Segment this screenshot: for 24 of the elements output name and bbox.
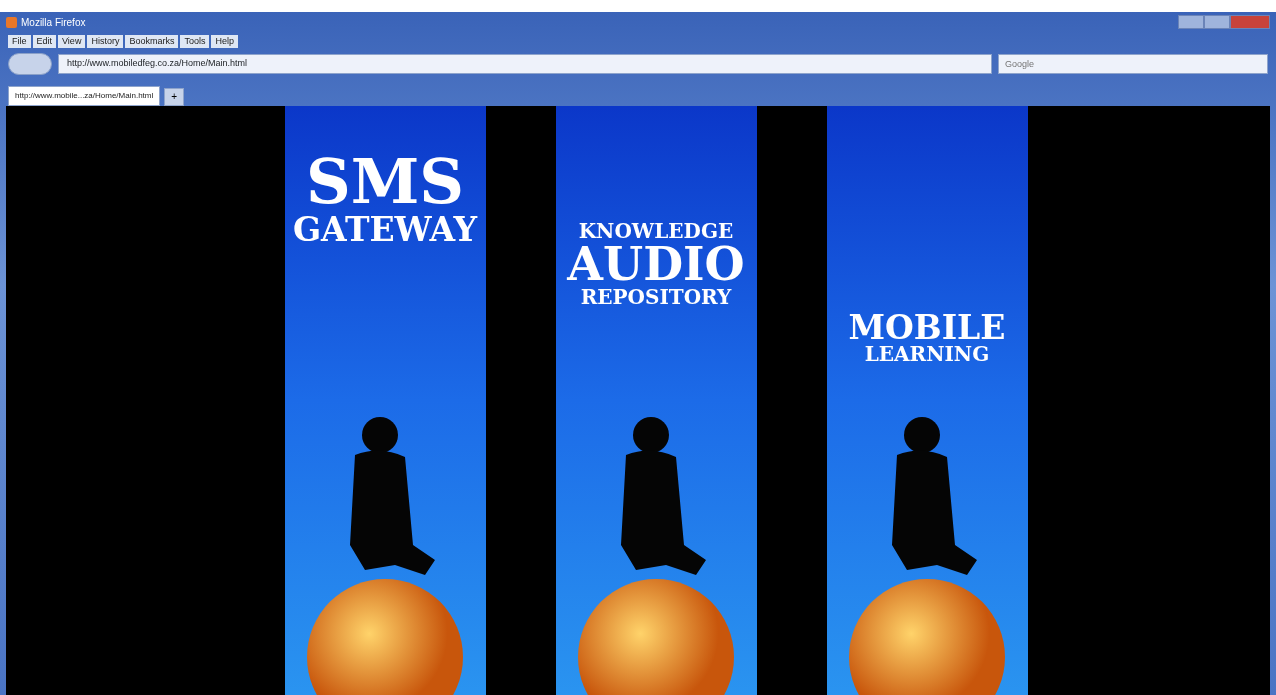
banner-title: LEARNING xyxy=(864,344,990,364)
menu-item[interactable]: Tools xyxy=(180,34,210,48)
close-button[interactable] xyxy=(1230,15,1270,29)
new-tab-button[interactable]: + xyxy=(164,88,185,106)
back-forward-button[interactable] xyxy=(8,53,52,75)
browser-tab[interactable]: http://www.mobile...za/Home/Main.html xyxy=(8,86,161,106)
banner-title: SMS xyxy=(305,151,465,213)
banner-title: MOBILE xyxy=(848,311,1006,344)
search-field[interactable]: Google xyxy=(998,54,1268,74)
menu-item[interactable]: Help xyxy=(211,34,238,48)
browser-logo-icon xyxy=(6,16,17,28)
menu-item[interactable]: Edit xyxy=(32,34,57,48)
address-field[interactable]: http://www.mobiledfeg.co.za/Home/Main.html xyxy=(58,54,992,74)
maximize-button[interactable] xyxy=(1204,15,1230,29)
menu-item[interactable]: File xyxy=(8,34,31,48)
menu-item[interactable]: History xyxy=(87,34,124,48)
window-title: Mozilla Firefox xyxy=(21,15,86,30)
banner-title: REPOSITORY xyxy=(580,287,732,307)
minimize-button[interactable] xyxy=(1178,15,1204,29)
banner-title: GATEWAY xyxy=(292,213,478,246)
menu-item[interactable]: Bookmarks xyxy=(125,34,179,48)
menu-item[interactable]: View xyxy=(58,34,86,48)
banner-title: KNOWLEDGE xyxy=(578,221,734,241)
banner-title: AUDIO xyxy=(567,241,745,287)
